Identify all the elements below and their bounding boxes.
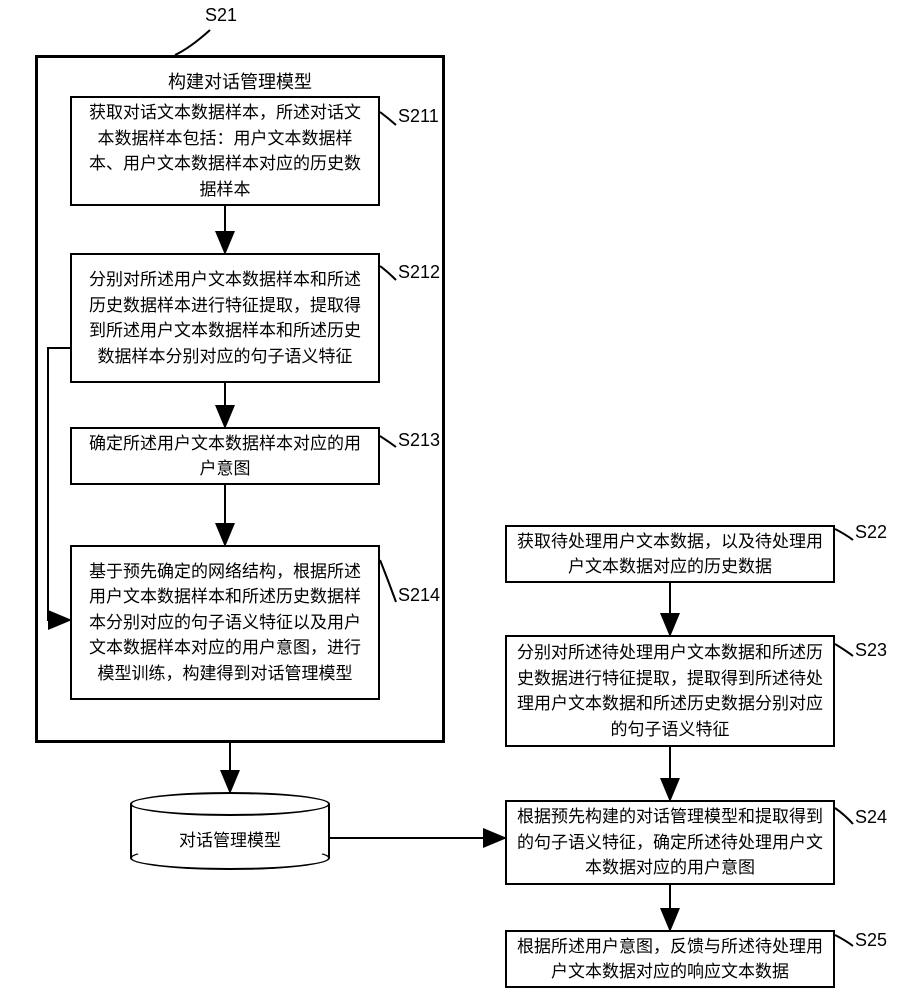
step-text: 基于预先确定的网络结构，根据所述用户文本数据样本和所述历史数据样本分别对应的句子…: [82, 559, 368, 687]
step-box-s214: 基于预先确定的网络结构，根据所述用户文本数据样本和所述历史数据样本分别对应的句子…: [70, 545, 380, 700]
step-text: 分别对所述用户文本数据样本和所述历史数据样本进行特征提取，提取得到所述用户文本数…: [82, 267, 368, 369]
cylinder-text: 对话管理模型: [130, 826, 330, 851]
step-text: 获取待处理用户文本数据，以及待处理用户文本数据对应的历史数据: [517, 529, 823, 580]
step-label-s25: S25: [855, 930, 887, 951]
step-box-s22: 获取待处理用户文本数据，以及待处理用户文本数据对应的历史数据: [505, 525, 835, 583]
step-label-s212: S212: [398, 262, 440, 283]
step-label-s23: S23: [855, 640, 887, 661]
step-label-s22: S22: [855, 522, 887, 543]
outer-title: 构建对话管理模型: [38, 68, 442, 94]
step-text: 根据预先构建的对话管理模型和提取得到的句子语义特征，确定所述待处理用户文本数据对…: [517, 804, 823, 881]
step-box-s213: 确定所述用户文本数据样本对应的用户意图: [70, 427, 380, 485]
step-text: 分别对所述待处理用户文本数据和所述历史数据进行特征提取，提取得到所述待处理用户文…: [517, 640, 823, 742]
step-box-s23: 分别对所述待处理用户文本数据和所述历史数据进行特征提取，提取得到所述待处理用户文…: [505, 635, 835, 747]
step-box-s212: 分别对所述用户文本数据样本和所述历史数据样本进行特征提取，提取得到所述用户文本数…: [70, 253, 380, 383]
flowchart-canvas: S21 构建对话管理模型 获取对话文本数据样本，所述对话文本数据样本包括：用户文…: [0, 0, 914, 1000]
cylinder-model: 对话管理模型: [130, 792, 330, 870]
step-label-s213: S213: [398, 430, 440, 451]
step-box-s211: 获取对话文本数据样本，所述对话文本数据样本包括：用户文本数据样本、用户文本数据样…: [70, 96, 380, 206]
step-box-s25: 根据所述用户意图，反馈与所述待处理用户文本数据对应的响应文本数据: [505, 930, 835, 988]
step-label-s211: S211: [398, 106, 439, 127]
step-label-s24: S24: [855, 807, 887, 828]
step-text: 确定所述用户文本数据样本对应的用户意图: [82, 431, 368, 482]
step-box-s24: 根据预先构建的对话管理模型和提取得到的句子语义特征，确定所述待处理用户文本数据对…: [505, 800, 835, 885]
step-text: 获取对话文本数据样本，所述对话文本数据样本包括：用户文本数据样本、用户文本数据样…: [82, 100, 368, 202]
step-label-s21: S21: [205, 5, 237, 26]
step-label-s214: S214: [398, 585, 440, 606]
step-text: 根据所述用户意图，反馈与所述待处理用户文本数据对应的响应文本数据: [517, 934, 823, 985]
